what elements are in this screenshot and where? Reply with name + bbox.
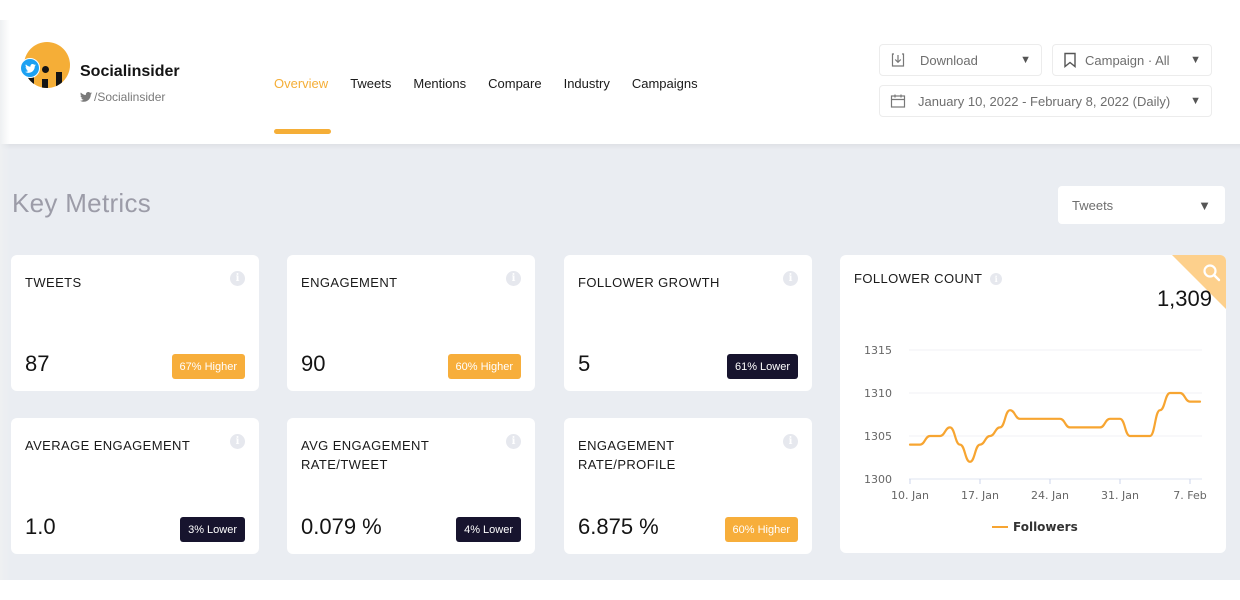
- nav-campaigns[interactable]: Campaigns: [632, 76, 698, 91]
- download-button[interactable]: Download ▼: [879, 44, 1042, 76]
- y-tick-label: 1315: [864, 344, 892, 357]
- chart-legend: Followers: [992, 520, 1078, 534]
- y-tick-label: 1300: [864, 473, 892, 486]
- metric-label: ENGAGEMENT: [301, 275, 398, 290]
- avatar-logo-mark: [42, 66, 49, 73]
- metric-card-tweets: TWEETS i 87 67% Higher: [11, 255, 259, 391]
- metric-label: AVG ENGAGEMENT RATE/TWEET: [301, 438, 429, 472]
- comparison-badge: 61% Lower: [726, 354, 798, 379]
- follower-count-card: FOLLOWER COUNT i 1,309 1300 1305 1310 1315 …: [840, 255, 1226, 553]
- nav-industry[interactable]: Industry: [564, 76, 610, 91]
- metric-label: TWEETS: [25, 275, 82, 290]
- metric-value: 6.875 %: [578, 514, 659, 539]
- metric-card-engagement: ENGAGEMENT i 90 60% Higher: [287, 255, 535, 391]
- metric-label: AVERAGE ENGAGEMENT: [25, 438, 191, 453]
- chevron-down-icon: ▼: [1190, 95, 1201, 107]
- nav-mentions[interactable]: Mentions: [413, 76, 466, 91]
- nav-compare[interactable]: Compare: [488, 76, 541, 91]
- comparison-badge: 67% Higher: [171, 354, 245, 379]
- nav-tweets[interactable]: Tweets: [350, 76, 391, 91]
- twitter-bird-icon: [80, 92, 92, 102]
- info-icon[interactable]: i: [230, 271, 245, 286]
- info-icon[interactable]: i: [230, 434, 245, 449]
- metric-label: FOLLOWER GROWTH: [578, 275, 720, 290]
- brand-handle-text: /Socialinsider: [94, 90, 166, 104]
- metric-type-value: Tweets: [1072, 197, 1114, 213]
- info-icon[interactable]: i: [506, 434, 521, 449]
- y-tick-label: 1310: [864, 387, 892, 400]
- date-range-label: January 10, 2022 - February 8, 2022 (Dai…: [918, 93, 1171, 109]
- x-tick-label: 31. Jan: [1101, 489, 1139, 502]
- metric-card-follower-growth: FOLLOWER GROWTH i 5 61% Lower: [564, 255, 812, 391]
- avatar-logo-mark: [56, 72, 62, 88]
- y-tick-label: 1305: [864, 430, 892, 443]
- metric-value: 1.0: [25, 514, 56, 539]
- metric-label: ENGAGEMENT RATE/PROFILE: [578, 438, 676, 472]
- date-range-picker[interactable]: January 10, 2022 - February 8, 2022 (Dai…: [879, 85, 1212, 117]
- search-icon[interactable]: [1202, 263, 1222, 283]
- metric-card-average-engagement: AVERAGE ENGAGEMENT i 1.0 3% Lower: [11, 418, 259, 554]
- info-icon[interactable]: i: [783, 271, 798, 286]
- comparison-badge: 60% Higher: [724, 517, 798, 542]
- campaign-label: Campaign · All: [1085, 52, 1170, 68]
- download-label: Download: [920, 52, 978, 68]
- info-icon[interactable]: i: [783, 434, 798, 449]
- info-icon[interactable]: i: [506, 271, 521, 286]
- x-tick-label: 17. Jan: [961, 489, 999, 502]
- nav-overview[interactable]: Overview: [274, 76, 328, 91]
- download-icon: [891, 53, 905, 67]
- metric-value: 5: [578, 351, 591, 376]
- comparison-badge: 4% Lower: [456, 517, 521, 542]
- calendar-icon: [890, 94, 906, 108]
- header-shadow: [0, 144, 1240, 150]
- brand-handle[interactable]: /Socialinsider: [80, 90, 165, 104]
- chart-y-axis: 1300 1305 1310 1315: [864, 344, 892, 486]
- bookmark-icon: [1064, 52, 1076, 68]
- brand-name: Socialinsider: [80, 63, 180, 80]
- x-tick-label: 24. Jan: [1031, 489, 1069, 502]
- x-tick-label: 7. Feb: [1173, 489, 1206, 502]
- avatar-logo-mark: [42, 79, 48, 88]
- chevron-down-icon: ▼: [1020, 54, 1031, 66]
- x-tick-label: 10. Jan: [891, 489, 929, 502]
- twitter-icon: [20, 58, 40, 78]
- section-title: Key Metrics: [12, 188, 152, 218]
- campaign-filter[interactable]: Campaign · All ▼: [1052, 44, 1212, 76]
- metric-card-engagement-rate-profile: ENGAGEMENT RATE/PROFILE i 6.875 % 60% Hi…: [564, 418, 812, 554]
- nav-active-indicator: [274, 129, 331, 134]
- chevron-down-icon: ▼: [1198, 197, 1211, 213]
- chart-x-axis: 10. Jan 17. Jan 24. Jan 31. Jan 7. Feb: [891, 479, 1207, 502]
- follower-count-value: 1,309: [1156, 286, 1212, 311]
- metric-type-select[interactable]: Tweets ▼: [1058, 186, 1225, 224]
- chevron-down-icon: ▼: [1190, 54, 1201, 66]
- comparison-badge: 60% Higher: [447, 354, 521, 379]
- metric-value: 87: [25, 351, 50, 376]
- comparison-badge: 3% Lower: [180, 517, 245, 542]
- metric-value: 90: [301, 351, 326, 376]
- metric-value: 0.079 %: [301, 514, 382, 539]
- metric-card-avg-engagement-rate-tweet: AVG ENGAGEMENT RATE/TWEET i 0.079 % 4% L…: [287, 418, 535, 554]
- series-line-followers: [908, 391, 1202, 463]
- legend-label-followers[interactable]: Followers: [1013, 520, 1078, 534]
- main-nav: Overview Tweets Mentions Compare Industr…: [274, 76, 698, 91]
